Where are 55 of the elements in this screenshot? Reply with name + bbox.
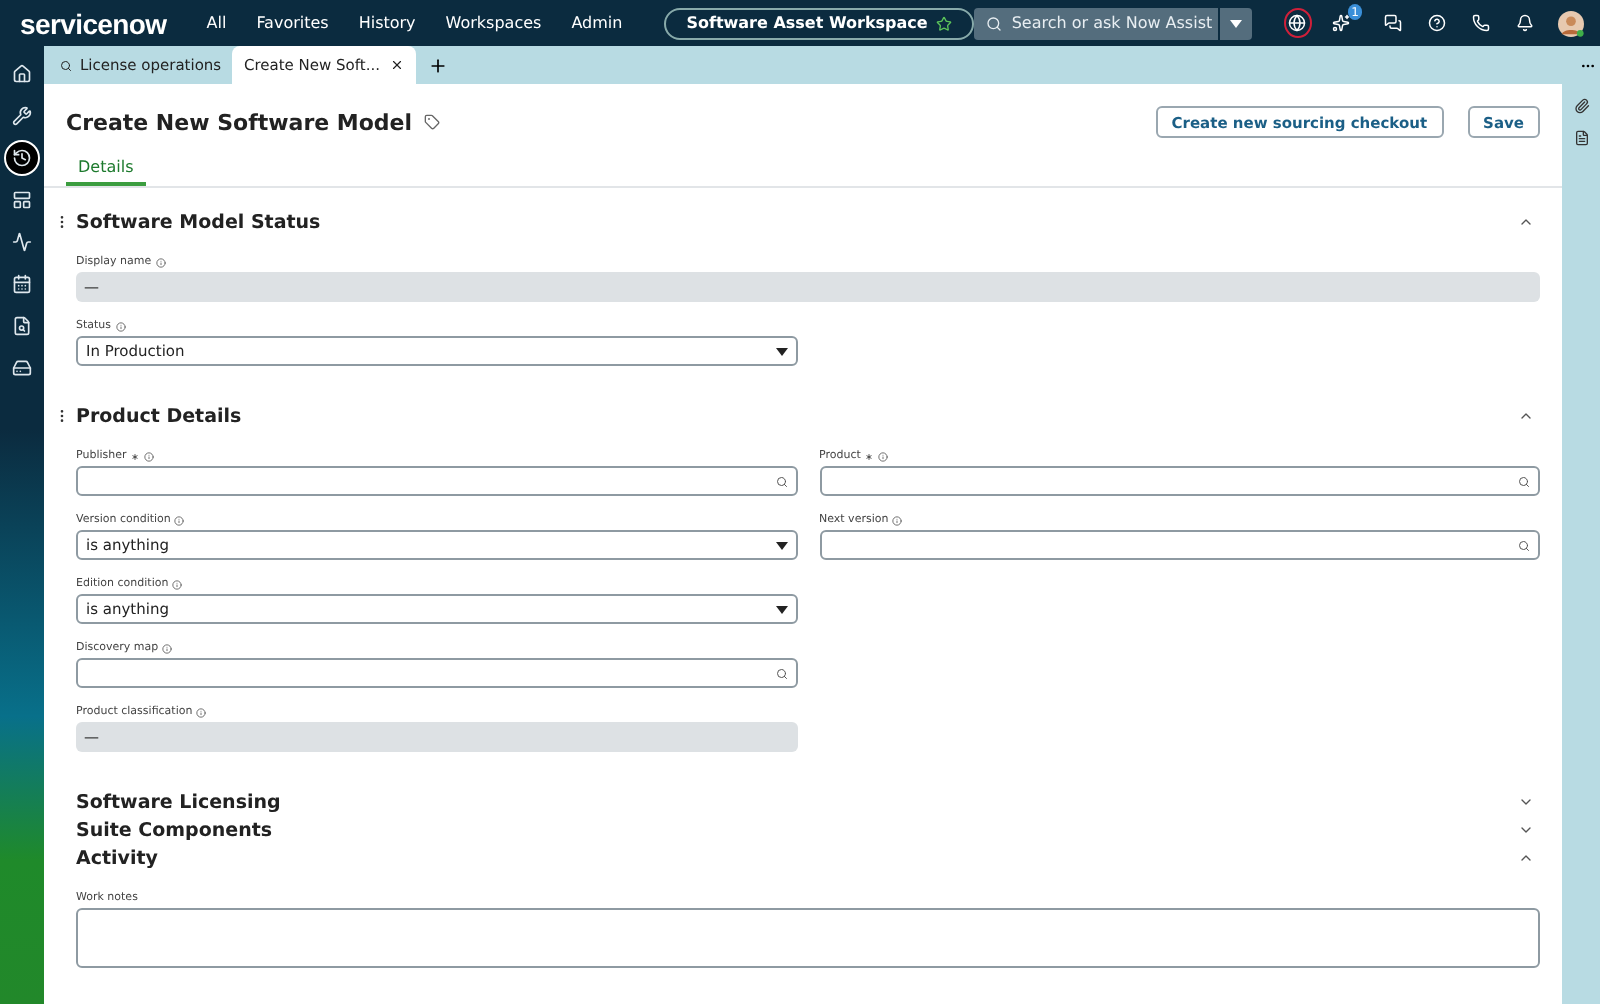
section-title[interactable]: Software Licensing [76, 791, 281, 813]
close-icon[interactable] [390, 58, 404, 72]
search-icon [985, 15, 1002, 31]
globe-icon[interactable] [1283, 8, 1312, 38]
lookup-field[interactable] [819, 530, 1540, 560]
search-field[interactable]: Search or ask Now Assist [973, 7, 1218, 39]
menu-item[interactable]: Admin [571, 14, 623, 32]
section-title[interactable]: Software Model Status [76, 211, 321, 233]
avatar[interactable] [1558, 9, 1585, 37]
paperclip-icon[interactable] [1573, 98, 1589, 114]
form-tab[interactable]: Details [66, 158, 146, 186]
workspace-button[interactable]: Software Asset Workspace [664, 7, 974, 39]
info-icon [162, 643, 173, 653]
info-icon [892, 515, 903, 525]
star-icon[interactable] [935, 15, 952, 31]
search-dropdown-button[interactable] [1217, 7, 1252, 39]
page-title: Create New Software Model [66, 109, 413, 135]
caret-icon [775, 605, 787, 613]
info-icon [878, 451, 889, 461]
info-icon [144, 451, 155, 461]
search-icon [775, 667, 787, 679]
chevron-down-icon[interactable] [1518, 794, 1534, 810]
menu-item[interactable]: Favorites [256, 14, 329, 32]
info-icon [196, 707, 207, 717]
info-icon [155, 257, 166, 267]
search-icon [60, 59, 72, 71]
chevron-up-icon[interactable] [1518, 214, 1534, 230]
section-title[interactable]: Product Details [76, 405, 242, 427]
text-area[interactable] [76, 908, 1540, 968]
menu-item[interactable]: Workspaces [445, 14, 542, 32]
lookup-field[interactable] [819, 466, 1540, 496]
required-icon [130, 451, 141, 461]
chevron-down-icon[interactable] [1518, 822, 1534, 838]
search-icon [775, 475, 787, 487]
required-icon [864, 451, 875, 461]
search-icon [1518, 475, 1530, 487]
info-icon [115, 321, 126, 331]
caret-icon [1229, 19, 1242, 27]
chevron-up-icon[interactable] [1518, 850, 1534, 866]
section-title[interactable]: Suite Components [76, 819, 273, 841]
info-icon [172, 579, 183, 589]
caret-icon [775, 347, 787, 355]
info-icon [174, 515, 185, 525]
lookup-field[interactable] [76, 658, 797, 688]
chevron-up-icon[interactable] [1518, 408, 1534, 424]
menu-item[interactable]: All [206, 14, 227, 32]
history-icon[interactable] [4, 140, 40, 176]
menu-item[interactable]: History [358, 14, 416, 32]
tag-icon[interactable] [424, 114, 441, 130]
lookup-field[interactable] [76, 466, 797, 496]
section-title[interactable]: Activity [76, 847, 158, 869]
search-icon [1518, 539, 1530, 551]
caret-icon [775, 541, 787, 549]
document-icon[interactable] [1573, 130, 1589, 146]
brand-logo[interactable]: servicenow [20, 7, 167, 39]
